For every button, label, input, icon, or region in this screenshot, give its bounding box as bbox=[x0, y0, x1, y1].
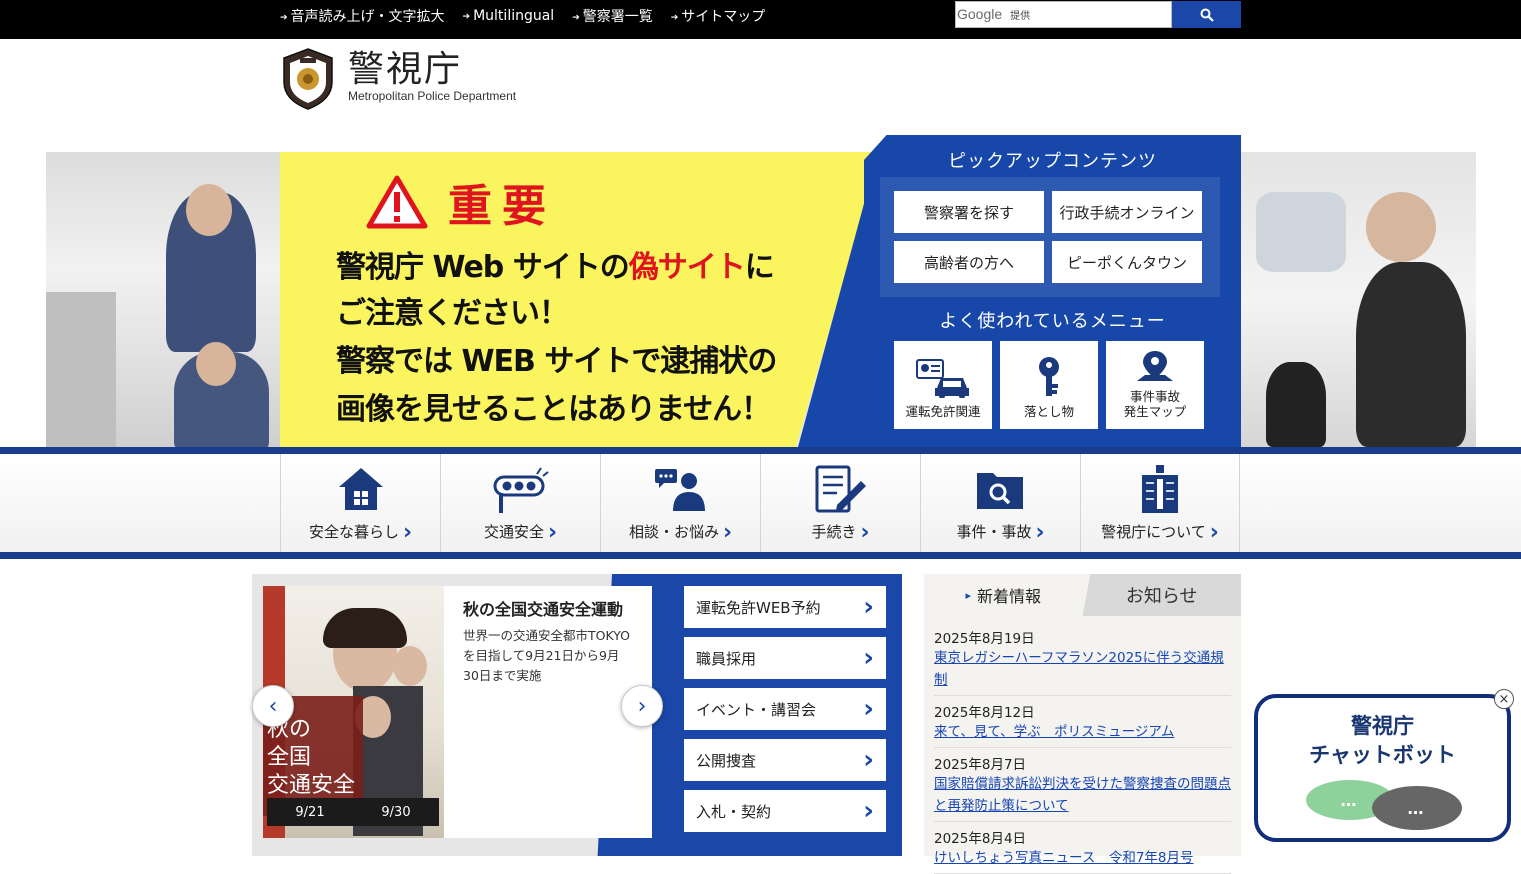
alert-heading: 重要 bbox=[448, 181, 556, 232]
pickup-title: ピックアップコンテンツ bbox=[948, 151, 1157, 172]
chat-bubble-icon: … bbox=[1372, 786, 1462, 830]
site-search: Google 提供 bbox=[955, 1, 1241, 28]
news-item: 2025年8月4日 けいしちょう写真ニュース 令和7年8月号 bbox=[934, 822, 1231, 874]
news-item: 2025年8月12日 来て、見て、学ぶ ポリスミュージアム bbox=[934, 696, 1231, 748]
nav-procedures[interactable]: 手続き bbox=[760, 454, 920, 552]
pickup-elderly[interactable]: 高齢者の方へ bbox=[894, 241, 1044, 283]
alert-line-1: 警視庁 Web サイトの偽サイトに bbox=[336, 250, 775, 285]
link-sitemap[interactable]: サイトマップ bbox=[671, 6, 765, 26]
site-title: 警視庁 bbox=[348, 49, 463, 90]
tab-whats-new[interactable]: 新着情報 bbox=[924, 574, 1083, 616]
news-item: 2025年8月7日 国家賠償請求訴訟判決を受けた警察捜査の問題点と再発防止策につい… bbox=[934, 748, 1231, 822]
alert-line-3: 警察では WEB サイトで逮捕状の bbox=[336, 344, 777, 379]
nav-about[interactable]: 警視庁について bbox=[1080, 454, 1240, 552]
hero-area: 重要 警視庁 Web サイトの偽サイトに ご注意ください！ 警察では WEB サ… bbox=[46, 152, 1476, 447]
license-car-icon bbox=[916, 359, 969, 398]
frequent-menu-title: よく使われているメニュー bbox=[939, 311, 1166, 332]
alert-line-4: 画像を見せることはありません！ bbox=[336, 392, 771, 427]
menu-drivers-license[interactable]: 運転免許関連 bbox=[894, 341, 992, 429]
news-link[interactable]: けいしちょう写真ニュース 令和7年8月号 bbox=[934, 850, 1194, 866]
link-multilingual[interactable]: Multilingual bbox=[463, 8, 554, 24]
main-navigation: 安全な暮らし 交通安全 相談・お悩み 手続き 事件・事故 警視庁について bbox=[0, 447, 1521, 559]
pickup-links: 警察署を探す 行政手続オンライン 高齢者の方へ ピーポくんタウン bbox=[880, 177, 1220, 297]
feature-slide[interactable]: 秋の 全国 交通安全 運動 9/219/30 秋の全国交通安全運動 世界一の交通… bbox=[263, 586, 652, 838]
news-link[interactable]: 国家賠償請求訴訟判決を受けた警察捜査の問題点と再発防止策について bbox=[934, 776, 1231, 814]
document-pen-icon bbox=[815, 465, 866, 513]
warning-icon bbox=[366, 175, 428, 229]
news-panel: 新着情報 お知らせ 2025年8月19日東京レガシーハーフマラソン2025に伴う… bbox=[924, 574, 1241, 874]
nav-incidents[interactable]: 事件・事故 bbox=[920, 454, 1080, 552]
quick-links: 運転免許WEB予約 職員採用 イベント・講習会 公開捜査 入札・契約 bbox=[684, 586, 886, 832]
building-icon bbox=[1142, 465, 1178, 513]
utility-links: 音声読み上げ・文字拡大 Multilingual 警察署一覧 サイトマップ bbox=[280, 0, 766, 32]
officers-photo-left bbox=[46, 152, 286, 447]
search-input[interactable] bbox=[955, 1, 1172, 28]
police-emblem-icon bbox=[283, 48, 333, 110]
news-item: 2025年8月19日 東京レガシーハーフマラソン2025に伴う交通規制 bbox=[934, 622, 1231, 696]
chatbot-title: 警視庁 チャットボット bbox=[1309, 714, 1456, 767]
key-icon bbox=[1039, 357, 1059, 396]
slide-title: 秋の全国交通安全運動 bbox=[463, 600, 624, 619]
news-link[interactable]: 来て、見て、学ぶ ポリスミュージアム bbox=[934, 724, 1174, 740]
consultation-icon bbox=[654, 469, 705, 511]
search-icon bbox=[1200, 8, 1214, 22]
map-pin-icon bbox=[1137, 351, 1173, 381]
traffic-signal-icon bbox=[493, 467, 549, 513]
chevron-left-icon: ‹ bbox=[268, 693, 278, 719]
quick-events[interactable]: イベント・講習会 bbox=[684, 688, 886, 730]
nav-consultation[interactable]: 相談・お悩み bbox=[600, 454, 760, 552]
slide-description: 世界一の交通安全都市TOKYOを目指して9月21日から9月30日まで実施 bbox=[463, 628, 631, 683]
pickup-find-station[interactable]: 警察署を探す bbox=[894, 191, 1044, 233]
pickup-panel: ピックアップコンテンツ 警察署を探す 行政手続オンライン 高齢者の方へ ピーポく… bbox=[864, 135, 1241, 447]
chatbot-widget[interactable]: × 警視庁 チャットボット … … bbox=[1254, 689, 1514, 842]
link-accessibility[interactable]: 音声読み上げ・文字拡大 bbox=[280, 6, 445, 26]
alert-line-2: ご注意ください！ bbox=[336, 296, 569, 331]
link-police-stations[interactable]: 警察署一覧 bbox=[572, 6, 653, 26]
nav-safe-living[interactable]: 安全な暮らし bbox=[280, 454, 440, 552]
tab-notices[interactable]: お知らせ bbox=[1082, 574, 1241, 616]
folder-search-icon bbox=[976, 473, 1023, 509]
chevron-right-icon: › bbox=[637, 693, 647, 719]
pickup-peepo-town[interactable]: ピーポくんタウン bbox=[1052, 241, 1202, 283]
menu-lost-items[interactable]: 落とし物 bbox=[1000, 341, 1098, 429]
nav-traffic-safety[interactable]: 交通安全 bbox=[440, 454, 600, 552]
quick-recruitment[interactable]: 職員採用 bbox=[684, 637, 886, 679]
alert-banner[interactable]: 重要 警視庁 Web サイトの偽サイトに ご注意ください！ 警察では WEB サ… bbox=[280, 152, 880, 447]
house-icon bbox=[338, 468, 383, 510]
poster-dates: 9/21 9/30 bbox=[267, 798, 439, 826]
slider-next-button[interactable]: › bbox=[621, 685, 663, 727]
officers-photo-right bbox=[1236, 152, 1476, 447]
site-logo[interactable]: 警視庁 Metropolitan Police Department bbox=[282, 48, 516, 110]
menu-incident-map[interactable]: 事件事故 発生マップ bbox=[1106, 341, 1204, 429]
frequent-menu: 運転免許関連 落とし物 事件事故 発生マップ bbox=[894, 341, 1204, 429]
quick-public-investigation[interactable]: 公開捜査 bbox=[684, 739, 886, 781]
quick-bidding[interactable]: 入札・契約 bbox=[684, 790, 886, 832]
slider-prev-button[interactable]: ‹ bbox=[252, 685, 294, 727]
news-link[interactable]: 東京レガシーハーフマラソン2025に伴う交通規制 bbox=[934, 650, 1224, 688]
pickup-online-procedures[interactable]: 行政手続オンライン bbox=[1052, 191, 1202, 233]
news-list: 2025年8月19日 東京レガシーハーフマラソン2025に伴う交通規制 2025年… bbox=[924, 616, 1241, 874]
chatbot-close-button[interactable]: × bbox=[1494, 689, 1514, 709]
utility-bar: 音声読み上げ・文字拡大 Multilingual 警察署一覧 サイトマップ Go… bbox=[0, 0, 1521, 39]
quick-license-reservation[interactable]: 運転免許WEB予約 bbox=[684, 586, 886, 628]
search-button[interactable] bbox=[1172, 1, 1241, 28]
site-subtitle: Metropolitan Police Department bbox=[348, 89, 517, 103]
